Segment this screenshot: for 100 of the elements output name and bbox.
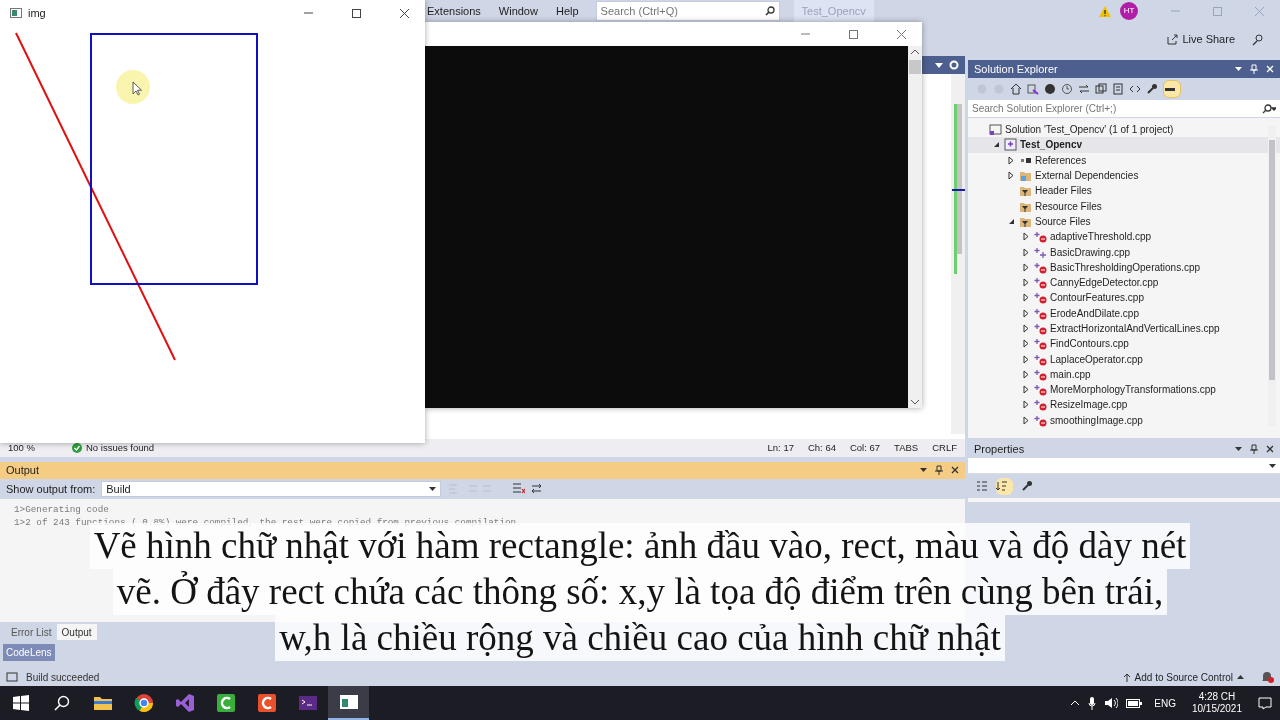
collapsed-arrow-icon[interactable]	[1023, 400, 1029, 410]
chevron-icon[interactable]	[1070, 700, 1081, 706]
close-icon[interactable]	[895, 28, 907, 40]
search-field[interactable]: Search (Ctrl+Q)	[595, 1, 780, 21]
tree-item[interactable]: ResizeImage.cpp	[968, 397, 1280, 413]
feedback-icon[interactable]	[1251, 32, 1264, 46]
collapsed-arrow-icon[interactable]	[1023, 354, 1029, 364]
collapsed-arrow-icon[interactable]	[1023, 415, 1029, 425]
output-window-icon[interactable]	[6, 672, 18, 682]
tree-item[interactable]: ExtractHorizontalAndVerticalLines.cpp	[968, 320, 1280, 337]
start-icon[interactable]	[12, 695, 29, 711]
collapsed-arrow-icon[interactable]	[1023, 339, 1029, 349]
collapsed-arrow-icon[interactable]	[1008, 171, 1014, 181]
sync-icon[interactable]	[1078, 83, 1090, 95]
tree-item[interactable]: smoothingImage.cpp	[968, 412, 1280, 428]
console-scrollbar[interactable]	[908, 46, 922, 408]
tree-item[interactable]: Header Files	[968, 183, 1280, 199]
collapsed-arrow-icon[interactable]	[1008, 155, 1014, 165]
tree-item[interactable]: Test_Opencv	[968, 137, 1280, 153]
app-icon[interactable]	[215, 693, 236, 713]
tree-item[interactable]: Resource Files	[968, 198, 1280, 214]
copy-icon[interactable]	[1112, 83, 1124, 95]
collapsed-arrow-icon[interactable]	[1023, 293, 1029, 303]
collapse-icon[interactable]	[1095, 83, 1107, 95]
maximize-icon[interactable]	[350, 7, 362, 19]
language-indicator[interactable]: ENG	[1154, 695, 1176, 711]
collapsed-arrow-icon[interactable]	[1023, 324, 1029, 333]
pin-icon[interactable]	[1250, 444, 1258, 454]
tree-item[interactable]: ContourFeatures.cpp	[968, 290, 1280, 306]
notifications-icon[interactable]	[1258, 696, 1272, 710]
close-icon[interactable]	[1266, 445, 1274, 453]
tree-item[interactable]: BasicThresholdingOperations.cpp	[968, 259, 1280, 275]
microphone-icon[interactable]	[1088, 696, 1097, 710]
menu-item[interactable]: Help	[554, 2, 588, 20]
search-field[interactable]: Search Solution Explorer (Ctrl+;)	[968, 100, 1280, 118]
tree-item[interactable]: Solution 'Test_Opencv' (1 of 1 project)	[968, 122, 1280, 138]
pin-icon[interactable]	[935, 465, 943, 476]
caret-icon[interactable]	[935, 62, 943, 68]
search-icon[interactable]	[53, 695, 70, 711]
history-icon[interactable]	[1061, 83, 1073, 95]
warning-icon[interactable]	[1098, 4, 1112, 18]
collapsed-arrow-icon[interactable]	[1023, 385, 1029, 395]
tree-item[interactable]: External Dependencies	[968, 167, 1280, 184]
close-icon[interactable]	[398, 7, 410, 19]
collapsed-arrow-icon[interactable]	[1023, 262, 1029, 272]
tree-item[interactable]: adaptiveThreshold.cpp	[968, 229, 1280, 245]
maximize-icon[interactable]	[847, 28, 859, 40]
tree-item[interactable]: Source Files	[968, 213, 1280, 230]
alphabetical-button[interactable]	[996, 477, 1013, 495]
close-icon[interactable]	[951, 466, 959, 475]
ide-icon[interactable]	[174, 693, 195, 713]
wrench-icon[interactable]	[1021, 480, 1033, 492]
editor-scrollbar[interactable]	[951, 74, 965, 434]
caret-icon[interactable]	[1235, 447, 1242, 451]
tree-item[interactable]: MoreMorphologyTransformations.cpp	[968, 382, 1280, 398]
battery-icon[interactable]	[1126, 698, 1143, 708]
app-icon[interactable]	[256, 693, 277, 713]
expanded-arrow-icon[interactable]	[1007, 217, 1015, 225]
globe-icon[interactable]	[1044, 83, 1056, 95]
notification-bell-icon[interactable]	[1260, 671, 1274, 683]
home-icon[interactable]	[1010, 83, 1022, 95]
tree-item[interactable]: LaplaceOperator.cpp	[968, 351, 1280, 367]
collapsed-arrow-icon[interactable]	[1023, 308, 1029, 318]
wrench-icon[interactable]	[1146, 83, 1158, 95]
menu-item[interactable]: Extensions	[426, 2, 490, 20]
clock-date[interactable]: 10/15/2021	[1191, 703, 1242, 715]
caret-icon[interactable]	[1235, 67, 1242, 71]
clock-time[interactable]: 4:28 CH	[1198, 691, 1236, 703]
source-control-button[interactable]: Add to Source Control	[1122, 669, 1244, 685]
browser-icon[interactable]	[133, 693, 154, 713]
speaker-icon[interactable]	[1104, 697, 1119, 709]
tree-item[interactable]: References	[968, 152, 1280, 168]
collapsed-arrow-icon[interactable]	[1023, 247, 1029, 257]
search-icon[interactable]	[764, 6, 775, 16]
collapsed-arrow-icon[interactable]	[1023, 369, 1029, 379]
panel-tab[interactable]: Error List	[6, 624, 57, 641]
caret-icon[interactable]	[920, 468, 927, 473]
output-source-dropdown[interactable]: Build	[101, 480, 442, 497]
tree-item[interactable]: FindContours.cpp	[968, 336, 1280, 352]
user-avatar[interactable]: HT	[1120, 2, 1138, 20]
collapsed-arrow-icon[interactable]	[1023, 278, 1029, 288]
gear-icon[interactable]	[949, 60, 959, 70]
word-wrap-icon[interactable]	[531, 483, 544, 495]
terminal-icon[interactable]	[297, 693, 318, 713]
tree-item[interactable]: BasicDrawing.cpp	[968, 244, 1280, 260]
zoom-level[interactable]: 100 %	[8, 440, 58, 456]
tree-item[interactable]: CannyEdgeDetector.cpp	[968, 274, 1280, 291]
code-icon[interactable]	[1129, 83, 1141, 95]
live-share-button[interactable]: Live Share	[1166, 30, 1235, 48]
menu-item[interactable]: Window	[497, 2, 547, 20]
panel-tab[interactable]: Output	[56, 624, 97, 641]
collapsed-arrow-icon[interactable]	[1023, 232, 1029, 242]
switch-views-icon[interactable]	[1027, 83, 1039, 95]
preview-toggle-button[interactable]	[1163, 80, 1181, 98]
tree-item[interactable]: main.cpp	[968, 366, 1280, 383]
clear-all-icon[interactable]	[513, 483, 526, 495]
tree-item[interactable]: ErodeAndDilate.cpp	[968, 305, 1280, 321]
expanded-arrow-icon[interactable]	[992, 141, 1000, 149]
categorized-icon[interactable]	[976, 480, 988, 492]
search-icon[interactable]	[1262, 104, 1276, 114]
